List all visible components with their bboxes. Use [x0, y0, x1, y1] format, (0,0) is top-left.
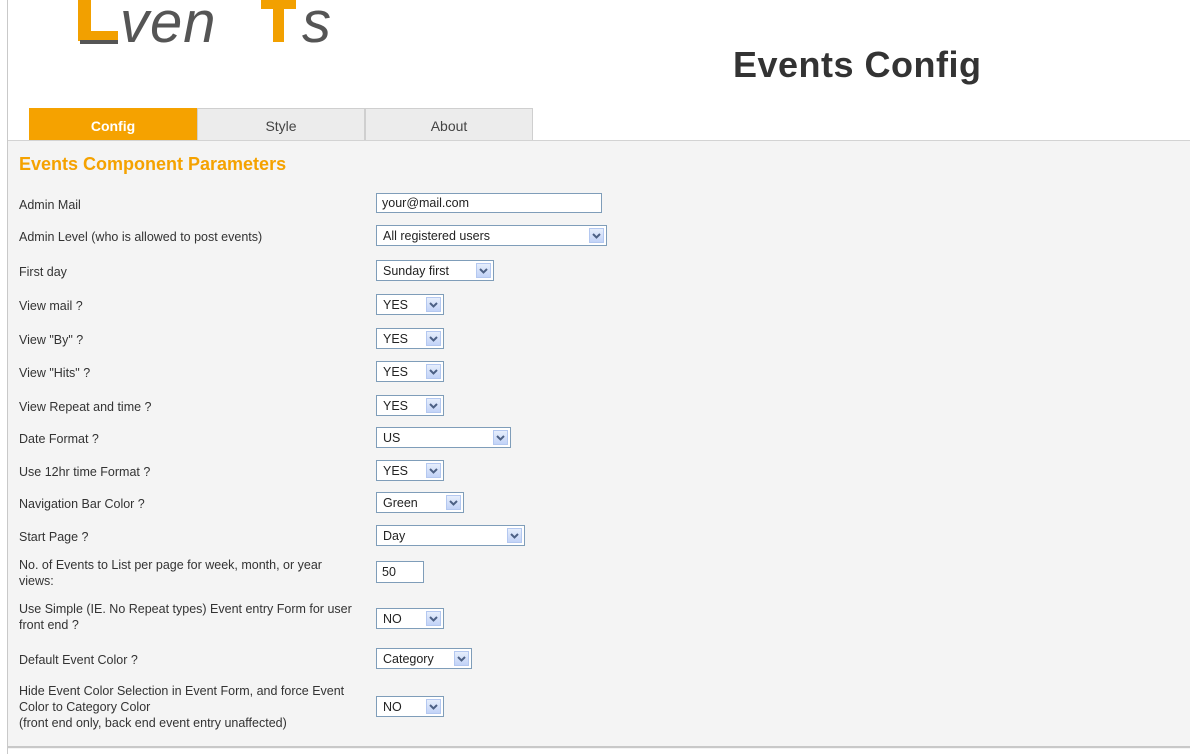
- param-label: Date Format ?: [19, 432, 99, 446]
- param-label: No. of Events to List per page for week,…: [19, 558, 322, 588]
- chevron-down-icon[interactable]: [426, 611, 441, 626]
- param-label: View mail ?: [19, 299, 83, 313]
- select-value: Sunday first: [383, 264, 450, 278]
- select-value: YES: [383, 464, 409, 478]
- hide-color-select[interactable]: NO: [376, 696, 444, 717]
- select-value: NO: [383, 700, 402, 714]
- svg-text:s: s: [302, 0, 331, 48]
- select-value: US: [383, 431, 401, 445]
- param-row-12hr: Use 12hr time Format ? YES: [8, 460, 1190, 481]
- chevron-down-icon[interactable]: [589, 228, 604, 243]
- default-color-select[interactable]: Category: [376, 648, 472, 669]
- tab-about[interactable]: About: [365, 108, 533, 140]
- param-label: Hide Event Color Selection in Event Form…: [19, 684, 345, 714]
- param-row-nav-color: Navigation Bar Color ? Green: [8, 492, 1190, 513]
- admin-mail-input[interactable]: [376, 193, 602, 213]
- events-logo: ven s: [76, 0, 376, 48]
- param-label: View Repeat and time ?: [19, 400, 152, 414]
- select-value: Day: [383, 529, 406, 543]
- section-title: Events Component Parameters: [19, 154, 287, 174]
- select-value: YES: [383, 365, 409, 379]
- first-day-select[interactable]: Sunday first: [376, 260, 494, 281]
- select-value: NO: [383, 612, 402, 626]
- time-format-select[interactable]: YES: [376, 460, 444, 481]
- tab-config[interactable]: Config: [29, 108, 197, 140]
- param-label: Admin Mail: [19, 198, 81, 212]
- chevron-down-icon[interactable]: [507, 528, 522, 543]
- view-repeat-select[interactable]: YES: [376, 395, 444, 416]
- simple-form-select[interactable]: NO: [376, 608, 444, 629]
- chevron-down-icon[interactable]: [454, 651, 469, 666]
- param-row-first-day: First day Sunday first: [8, 260, 1190, 281]
- tab-style[interactable]: Style: [197, 108, 365, 140]
- param-row-view-repeat: View Repeat and time ? YES: [8, 395, 1190, 416]
- param-row-hide-color: Hide Event Color Selection in Event Form…: [8, 683, 1190, 730]
- start-page-select[interactable]: Day: [376, 525, 525, 546]
- param-row-admin-level: Admin Level (who is allowed to post even…: [8, 225, 1190, 246]
- view-by-select[interactable]: YES: [376, 328, 444, 349]
- chevron-down-icon[interactable]: [476, 263, 491, 278]
- param-label: Admin Level (who is allowed to post even…: [19, 230, 263, 244]
- chevron-down-icon[interactable]: [426, 331, 441, 346]
- param-row-view-by: View "By" ? YES: [8, 328, 1190, 349]
- select-value: Green: [383, 496, 418, 510]
- chevron-down-icon[interactable]: [426, 699, 441, 714]
- nav-color-select[interactable]: Green: [376, 492, 464, 513]
- view-mail-select[interactable]: YES: [376, 294, 444, 315]
- config-panel: Events Component Parameters Admin Mail A…: [8, 140, 1190, 749]
- chevron-down-icon[interactable]: [493, 430, 508, 445]
- page-title: Events Config: [733, 44, 982, 85]
- param-label: First day: [19, 265, 67, 279]
- select-value: Category: [383, 652, 434, 666]
- date-format-select[interactable]: US: [376, 427, 511, 448]
- param-row-view-hits: View "Hits" ? YES: [8, 361, 1190, 382]
- admin-level-select[interactable]: All registered users: [376, 225, 607, 246]
- view-hits-select[interactable]: YES: [376, 361, 444, 382]
- bottom-divider: [8, 746, 1190, 748]
- param-row-simple-form: Use Simple (IE. No Repeat types) Event e…: [8, 601, 1190, 632]
- chevron-down-icon[interactable]: [426, 364, 441, 379]
- param-label: Default Event Color ?: [19, 653, 138, 667]
- select-value: YES: [383, 298, 409, 312]
- param-label: Navigation Bar Color ?: [19, 497, 145, 511]
- select-value: All registered users: [383, 229, 490, 243]
- events-per-page-input[interactable]: [376, 561, 424, 583]
- param-row-default-color: Default Event Color ? Category: [8, 648, 1190, 669]
- select-value: YES: [383, 399, 409, 413]
- param-label: Use Simple (IE. No Repeat types) Event e…: [19, 602, 352, 632]
- select-value: YES: [383, 332, 409, 346]
- chevron-down-icon[interactable]: [426, 297, 441, 312]
- param-label: Start Page ?: [19, 530, 89, 544]
- tab-bar: Config Style About: [29, 108, 533, 140]
- param-label: View "By" ?: [19, 333, 84, 347]
- chevron-down-icon[interactable]: [426, 463, 441, 478]
- param-row-date-format: Date Format ? US: [8, 427, 1190, 448]
- param-row-start-page: Start Page ? Day: [8, 525, 1190, 546]
- param-label: Use 12hr time Format ?: [19, 465, 151, 479]
- param-label: View "Hits" ?: [19, 366, 91, 380]
- param-row-view-mail: View mail ? YES: [8, 294, 1190, 315]
- param-label-note: (front end only, back end event entry un…: [19, 716, 287, 730]
- chevron-down-icon[interactable]: [426, 398, 441, 413]
- chevron-down-icon[interactable]: [446, 495, 461, 510]
- svg-text:ven: ven: [120, 0, 217, 48]
